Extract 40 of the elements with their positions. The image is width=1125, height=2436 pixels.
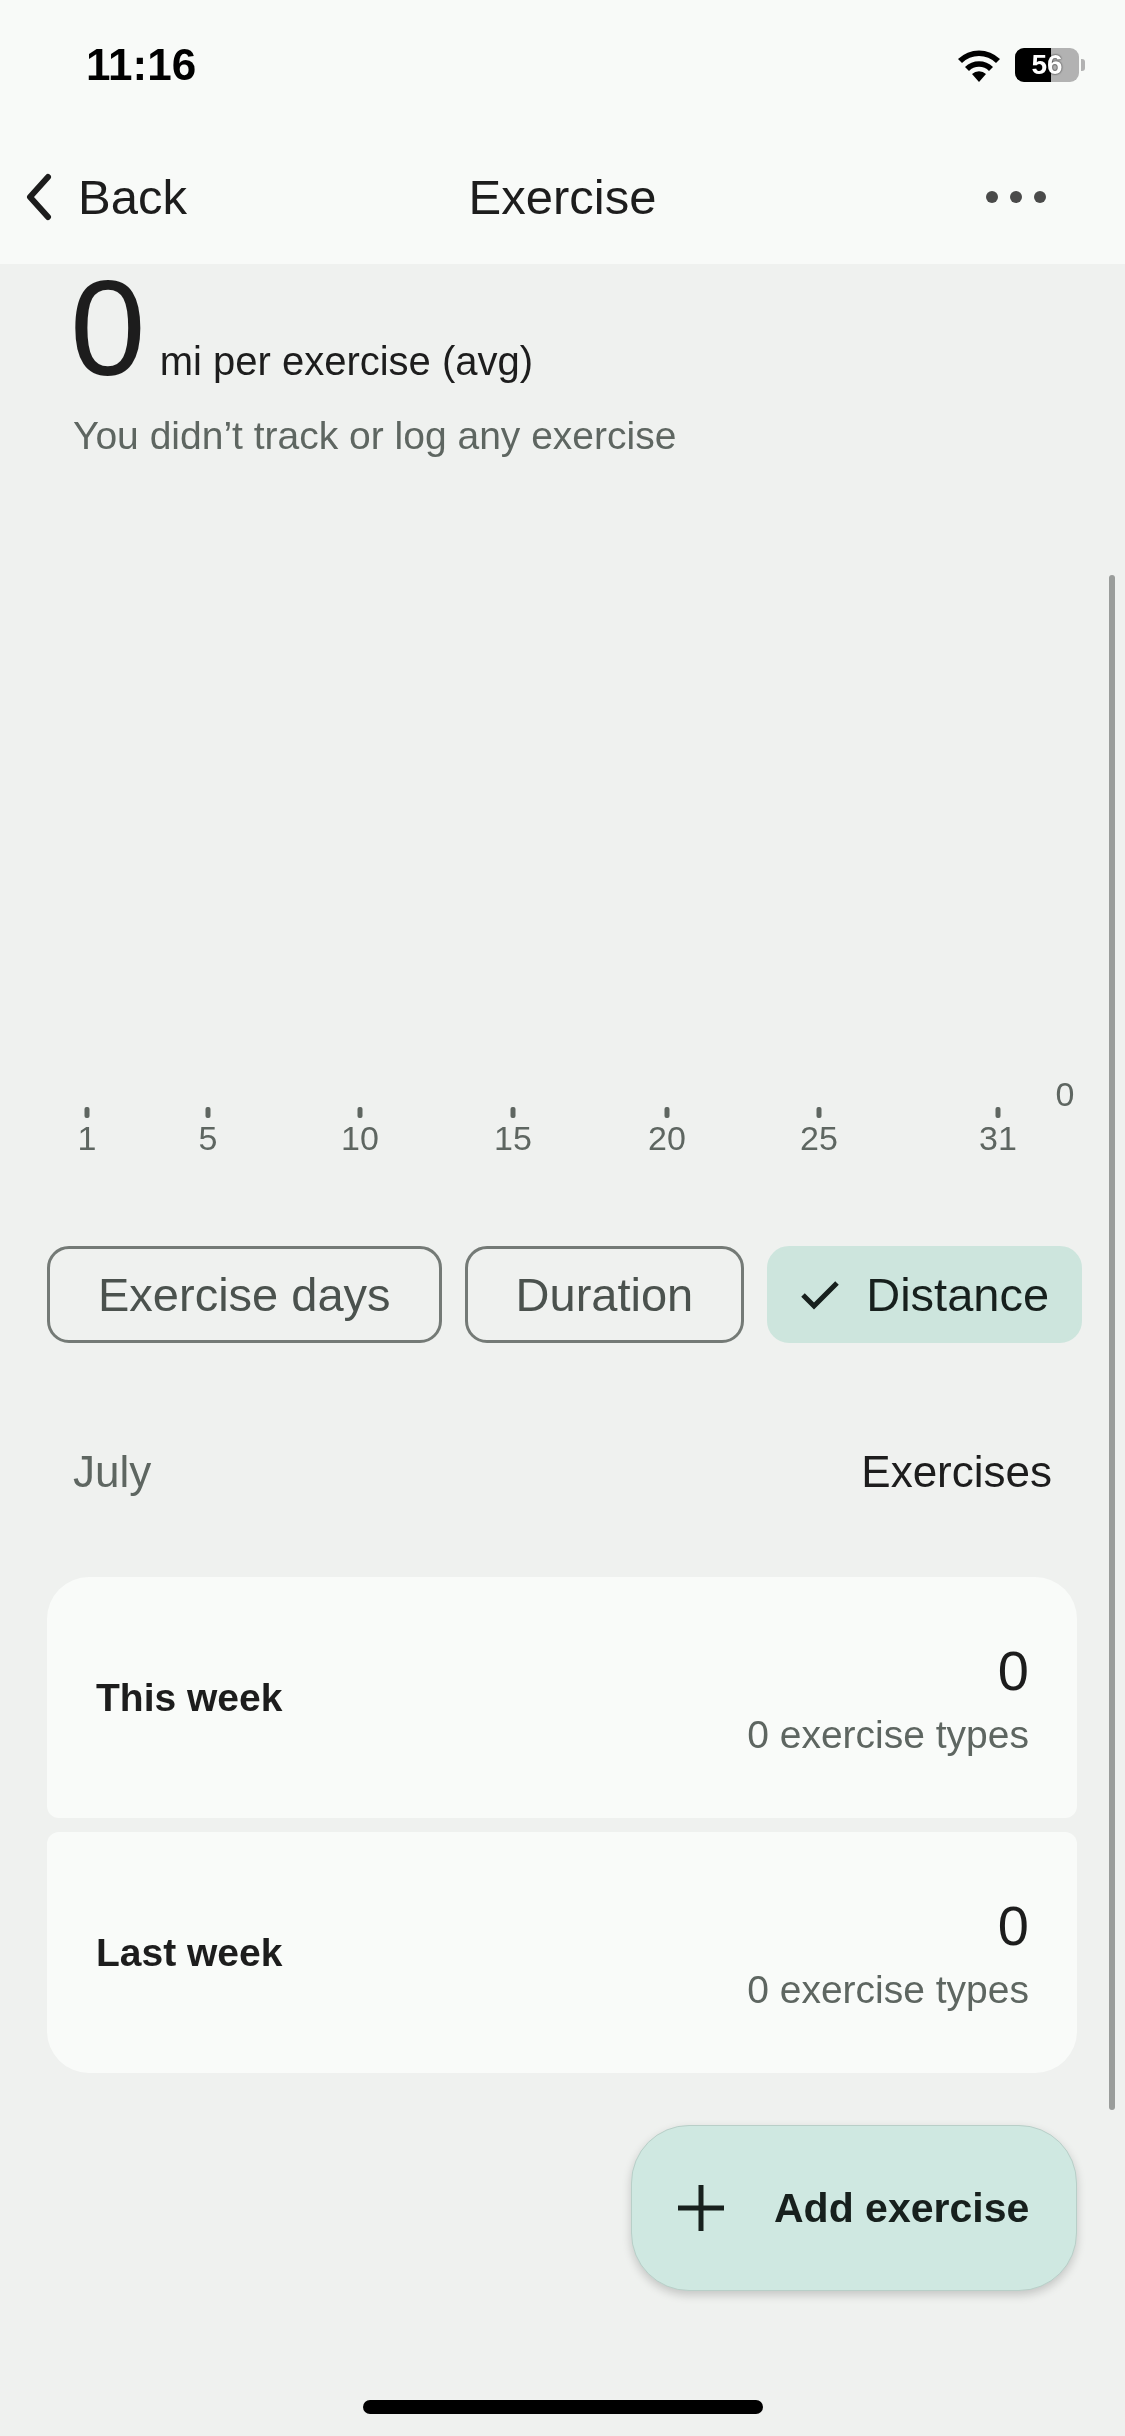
tick-mark [816, 1107, 822, 1118]
filter-chip[interactable]: Exercise days [47, 1246, 442, 1343]
week-card[interactable]: This week 0 0 exercise types [47, 1577, 1077, 1818]
more-icon[interactable] [985, 190, 1047, 204]
empty-message: You didn’t track or log any exercise [72, 414, 678, 458]
tick-mark [510, 1107, 516, 1118]
tick-mark [995, 1107, 1001, 1118]
week-label: Last week [96, 1930, 283, 1975]
week-card[interactable]: Last week 0 0 exercise types [47, 1832, 1077, 2073]
page-title: Exercise [467, 169, 658, 225]
week-label: This week [96, 1675, 283, 1720]
exercise-types: 0 exercise types [747, 1968, 1029, 2012]
axis-label: 0 [1055, 1075, 1075, 1113]
axis-label: 25 [800, 1119, 838, 1157]
axis-label: 5 [198, 1119, 218, 1157]
filter-chip[interactable]: Duration [464, 1246, 745, 1343]
checkmark-icon [800, 1279, 841, 1310]
month-label: July [73, 1447, 152, 1497]
status-time: 11:16 [86, 40, 197, 90]
wifi-icon [957, 48, 1001, 82]
axis-label: 1 [77, 1119, 97, 1157]
average-value: 0 [70, 264, 146, 392]
filter-chip[interactable]: Distance [767, 1246, 1083, 1343]
plus-icon [676, 2183, 726, 2233]
tick-mark [205, 1107, 211, 1118]
tick-mark [357, 1107, 363, 1118]
column-heading: Exercises [861, 1447, 1052, 1497]
back-button[interactable]: Back [26, 169, 187, 225]
exercise-count: 0 [997, 1638, 1029, 1703]
axis-label: 31 [979, 1119, 1017, 1157]
tick-mark [664, 1107, 670, 1118]
exercise-types: 0 exercise types [747, 1713, 1029, 1757]
axis-label: 20 [648, 1119, 686, 1157]
axis-label: 10 [341, 1119, 379, 1157]
chevron-left-icon [26, 173, 52, 221]
add-exercise-button[interactable]: Add exercise [631, 2125, 1077, 2291]
tick-mark [84, 1107, 90, 1118]
average-unit: mi per exercise (avg) [159, 339, 534, 384]
axis-label: 15 [494, 1119, 532, 1157]
exercise-count: 0 [997, 1893, 1029, 1958]
